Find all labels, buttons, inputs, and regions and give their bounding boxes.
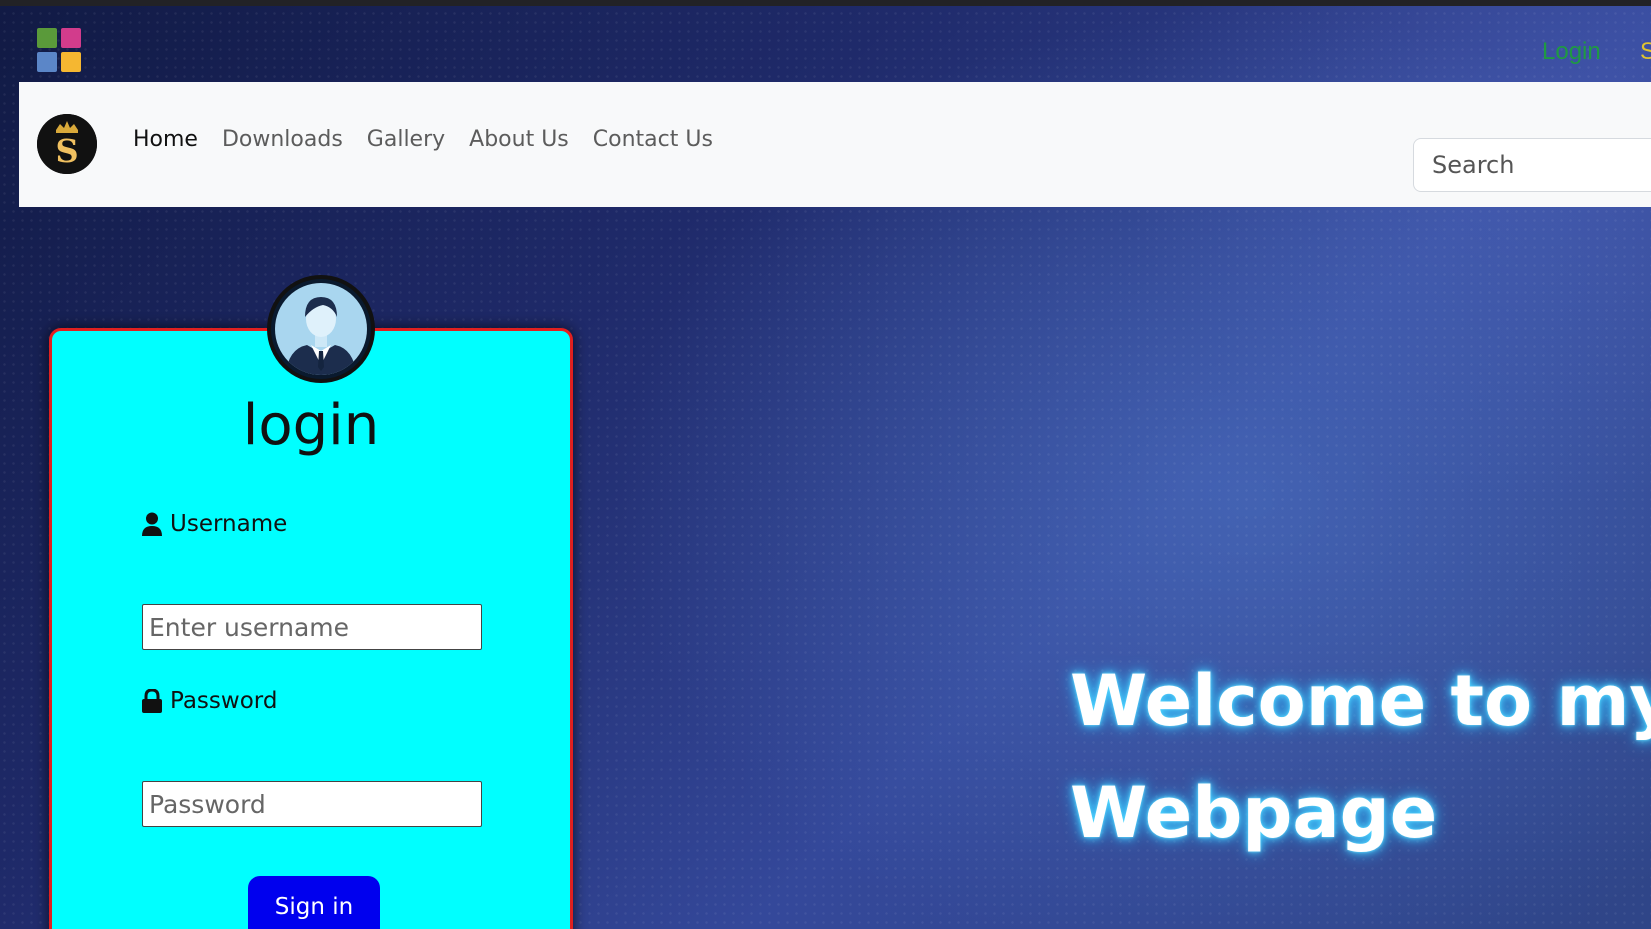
login-title: login xyxy=(242,393,380,458)
search-input[interactable] xyxy=(1413,138,1651,192)
nav-links: Home Downloads Gallery About Us Contact … xyxy=(133,127,713,152)
user-icon xyxy=(142,512,162,536)
navbar: S Home Downloads Gallery About Us Contac… xyxy=(19,82,1651,207)
nav-link-about-us[interactable]: About Us xyxy=(469,127,569,152)
businessman-avatar-icon xyxy=(267,275,375,383)
nav-link-contact-us[interactable]: Contact Us xyxy=(593,127,713,152)
login-card: login Username Password Sign in xyxy=(49,328,573,929)
nav-link-downloads[interactable]: Downloads xyxy=(222,127,343,152)
welcome-line-1: Welcome to my xyxy=(1070,660,1651,742)
password-input[interactable] xyxy=(142,781,482,827)
password-label-text: Password xyxy=(170,688,278,714)
window-top-strip xyxy=(0,0,1651,6)
header-login-link[interactable]: Login xyxy=(1542,38,1601,66)
lock-icon xyxy=(142,689,162,713)
brand-letter: S xyxy=(55,132,78,170)
username-input[interactable] xyxy=(142,604,482,650)
password-label: Password xyxy=(142,688,277,714)
app-grid-logo-icon[interactable] xyxy=(37,28,83,74)
brand-logo[interactable]: S xyxy=(37,114,97,174)
nav-link-gallery[interactable]: Gallery xyxy=(367,127,445,152)
nav-link-home[interactable]: Home xyxy=(133,127,198,152)
signin-button[interactable]: Sign in xyxy=(248,876,380,929)
username-label-text: Username xyxy=(170,511,288,537)
username-label: Username xyxy=(142,511,287,537)
welcome-line-2: Webpage xyxy=(1070,772,1438,854)
welcome-heading: Welcome to my Webpage xyxy=(1070,645,1651,869)
header-signup-link[interactable]: S xyxy=(1640,38,1651,66)
crown-s-logo-icon: S xyxy=(37,114,97,174)
